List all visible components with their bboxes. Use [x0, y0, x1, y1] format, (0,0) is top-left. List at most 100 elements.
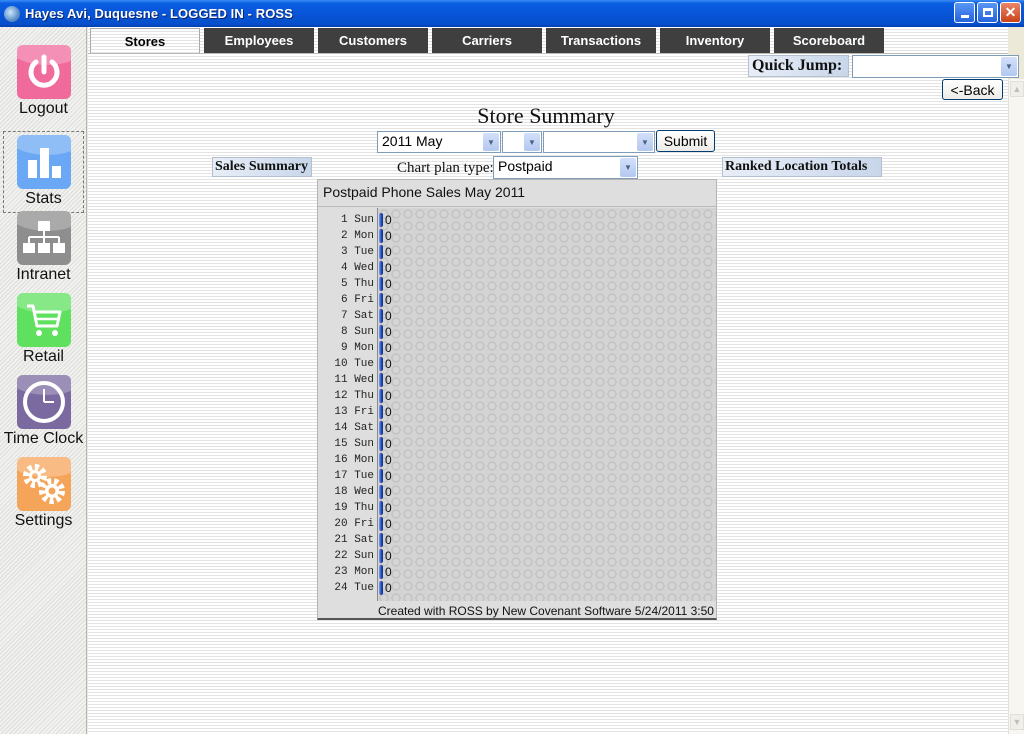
- data-label: 0: [385, 565, 392, 579]
- chevron-down-icon: ▼: [1012, 717, 1022, 727]
- bar: [379, 501, 383, 515]
- restore-icon: [982, 8, 993, 17]
- category-label: 10 Tue: [334, 358, 374, 370]
- data-label: 0: [385, 533, 392, 547]
- chart-plan-type-select[interactable]: Postpaid ▼: [493, 156, 638, 179]
- data-label: 0: [385, 549, 392, 563]
- tab-divider: [88, 53, 1008, 54]
- sidebar-item-stats[interactable]: Stats: [3, 131, 84, 213]
- vertical-scrollbar[interactable]: ▲ ▼: [1008, 79, 1024, 734]
- sales-summary-label[interactable]: Sales Summary: [212, 157, 312, 177]
- category-label: 16 Mon: [334, 454, 374, 466]
- minimize-button[interactable]: [954, 2, 975, 23]
- close-button[interactable]: ✕: [1000, 2, 1021, 23]
- data-label: 0: [385, 357, 392, 371]
- scroll-down-button[interactable]: ▼: [1010, 714, 1024, 730]
- bar: [379, 261, 383, 275]
- bar: [379, 469, 383, 483]
- month-select[interactable]: 2011 May ▼: [377, 131, 501, 153]
- bar: [379, 229, 383, 243]
- ranked-location-totals-label[interactable]: Ranked Location Totals: [722, 157, 882, 177]
- sidebar: Logout Stats Intranet Retail Time Clock: [0, 27, 87, 734]
- category-label: 17 Tue: [334, 470, 374, 482]
- chevron-down-icon: ▼: [1001, 57, 1017, 76]
- bar: [379, 245, 383, 259]
- category-label: 14 Sat: [334, 422, 374, 434]
- day-select[interactable]: ▼: [502, 131, 542, 153]
- data-label: 0: [385, 261, 392, 275]
- bar: [379, 549, 383, 563]
- category-label: 11 Wed: [334, 374, 374, 386]
- data-label: 0: [385, 293, 392, 307]
- power-icon: [16, 45, 71, 99]
- data-label: 0: [385, 245, 392, 259]
- bar: [379, 405, 383, 419]
- tab-customers[interactable]: Customers: [318, 28, 428, 53]
- quick-jump-select[interactable]: ▼: [852, 55, 1019, 78]
- data-label: 0: [385, 501, 392, 515]
- tab-transactions[interactable]: Transactions: [546, 28, 656, 53]
- sidebar-item-label: Logout: [19, 100, 68, 117]
- category-label: 9 Mon: [334, 342, 374, 354]
- chart-plot-area: [377, 208, 716, 601]
- data-label: 0: [385, 485, 392, 499]
- bar: [379, 437, 383, 451]
- data-label: 0: [385, 277, 392, 291]
- data-label: 0: [385, 325, 392, 339]
- bar: [379, 565, 383, 579]
- category-label: 5 Thu: [334, 278, 374, 290]
- category-label: 22 Sun: [334, 550, 374, 562]
- sidebar-item-intranet[interactable]: Intranet: [3, 208, 84, 288]
- app-window: Hayes Avi, Duquesne - LOGGED IN - ROSS ✕…: [0, 0, 1024, 734]
- category-label: 21 Sat: [334, 534, 374, 546]
- sidebar-item-logout[interactable]: Logout: [3, 42, 84, 122]
- bar: [379, 293, 383, 307]
- category-label: 6 Fri: [334, 294, 374, 306]
- chart-title-divider: [318, 206, 716, 207]
- bar: [379, 277, 383, 291]
- minimize-icon: [960, 15, 969, 18]
- chart-title: Postpaid Phone Sales May 2011: [323, 184, 526, 200]
- restore-button[interactable]: [977, 2, 998, 23]
- bar: [379, 373, 383, 387]
- tab-inventory[interactable]: Inventory: [660, 28, 770, 53]
- sidebar-item-settings[interactable]: Settings: [3, 454, 84, 534]
- bar: [379, 421, 383, 435]
- data-label: 0: [385, 453, 392, 467]
- category-label: 15 Sun: [334, 438, 374, 450]
- tab-bar: Stores Employees Customers Carriers Tran…: [90, 28, 884, 54]
- category-label: 1 Sun: [334, 214, 374, 226]
- tab-stores[interactable]: Stores: [90, 28, 200, 54]
- sidebar-item-retail[interactable]: Retail: [3, 290, 84, 370]
- sidebar-item-label: Intranet: [16, 266, 71, 283]
- scroll-up-button[interactable]: ▲: [1010, 81, 1024, 97]
- category-label: 18 Wed: [334, 486, 374, 498]
- category-label: 2 Mon: [334, 230, 374, 242]
- data-label: 0: [385, 229, 392, 243]
- sidebar-item-time-clock[interactable]: Time Clock: [3, 372, 84, 452]
- tab-employees[interactable]: Employees: [204, 28, 314, 53]
- month-select-value: 2011 May: [382, 133, 443, 149]
- tab-scoreboard[interactable]: Scoreboard: [774, 28, 884, 53]
- chart-footer: Created with ROSS by New Covenant Softwa…: [378, 604, 714, 618]
- location-select[interactable]: ▼: [543, 131, 655, 153]
- category-label: 4 Wed: [334, 262, 374, 274]
- data-label: 0: [385, 405, 392, 419]
- bar: [379, 357, 383, 371]
- chart-plan-type-label: Chart plan type:: [397, 160, 494, 176]
- gears-icon: [16, 457, 71, 511]
- submit-button[interactable]: Submit: [656, 130, 715, 152]
- data-label: 0: [385, 581, 392, 595]
- shopping-cart-icon: [16, 293, 71, 347]
- category-label: 13 Fri: [334, 406, 374, 418]
- data-label: 0: [385, 517, 392, 531]
- window-title: Hayes Avi, Duquesne - LOGGED IN - ROSS: [25, 6, 293, 21]
- data-label: 0: [385, 469, 392, 483]
- data-label: 0: [385, 421, 392, 435]
- category-label: 19 Thu: [334, 502, 374, 514]
- tab-carriers[interactable]: Carriers: [432, 28, 542, 53]
- chevron-down-icon: ▼: [524, 133, 540, 151]
- bar: [379, 517, 383, 531]
- network-icon: [16, 211, 71, 265]
- back-button[interactable]: <-Back: [942, 79, 1003, 100]
